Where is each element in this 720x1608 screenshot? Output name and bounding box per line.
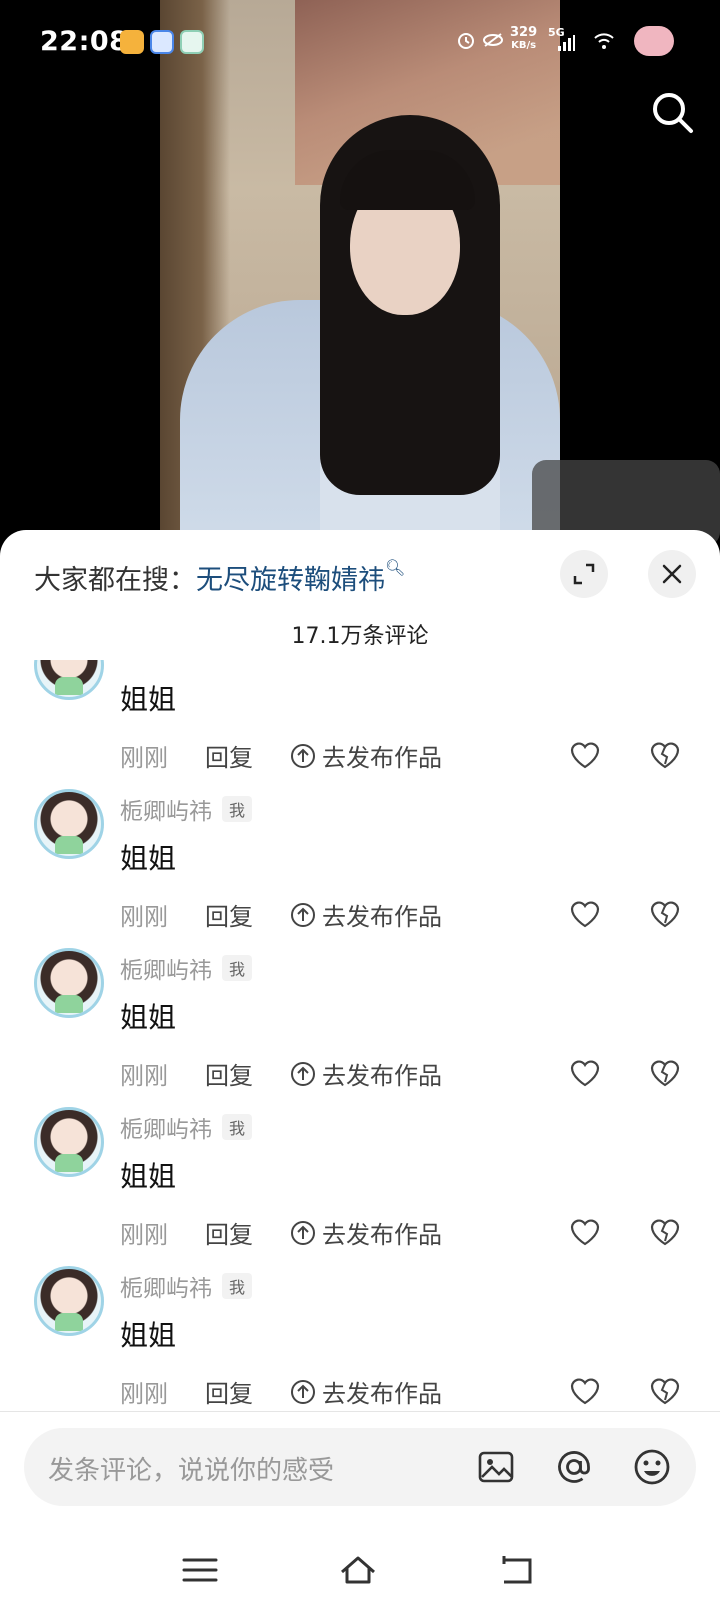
- commenter-name[interactable]: 栀卿屿祎我: [120, 1269, 253, 1303]
- comment-text: 姐姐: [120, 1319, 177, 1352]
- comment-item: 栀卿屿祎我 姐姐 刚刚 回复 去发布作品: [0, 789, 720, 952]
- close-icon: [662, 564, 682, 584]
- image-icon[interactable]: [476, 1447, 516, 1487]
- comment-input[interactable]: 发条评论，说说你的感受: [24, 1428, 696, 1506]
- search-small-icon: 🔍︎: [385, 558, 406, 577]
- screen: 22:08 329 KB/s 5G 大家都在搜：无尽旋转鞠婧祎🔍︎ 17.1万条评…: [0, 0, 720, 1608]
- publish-work-label: 去发布作品: [322, 1380, 442, 1408]
- system-nav-bar: [0, 1530, 720, 1608]
- expand-button[interactable]: [560, 550, 608, 598]
- reply-button[interactable]: 回复: [205, 1374, 253, 1409]
- heart-icon[interactable]: [568, 1215, 602, 1249]
- comment-text: 姐姐: [120, 1001, 177, 1034]
- upload-circle-icon: [291, 743, 315, 768]
- reply-button[interactable]: 回复: [205, 738, 253, 773]
- commenter-avatar[interactable]: [34, 660, 104, 700]
- reply-button[interactable]: 回复: [205, 1215, 253, 1250]
- self-tag: 我: [222, 955, 253, 981]
- menu-icon[interactable]: [180, 1552, 220, 1588]
- app-notification-icon-2: [180, 30, 204, 54]
- publish-work-button[interactable]: 去发布作品: [290, 1056, 442, 1091]
- comment-text: 姐姐: [120, 683, 177, 716]
- network-speed: 329 KB/s: [510, 25, 538, 51]
- input-divider: [0, 1411, 720, 1412]
- publish-work-button[interactable]: 去发布作品: [290, 1215, 442, 1250]
- comment-time: 刚刚: [120, 903, 168, 931]
- emoji-icon[interactable]: [632, 1447, 672, 1487]
- expand-icon: [573, 563, 595, 585]
- commenter-avatar[interactable]: [34, 1266, 104, 1336]
- heart-icon[interactable]: [568, 738, 602, 772]
- status-bar: 22:08 329 KB/s 5G: [0, 0, 720, 133]
- close-button[interactable]: [648, 550, 696, 598]
- home-icon[interactable]: [338, 1552, 378, 1588]
- commenter-avatar[interactable]: [34, 789, 104, 859]
- self-tag: 我: [222, 1114, 253, 1140]
- broken-heart-icon[interactable]: [648, 1215, 682, 1249]
- self-tag: 我: [222, 1273, 253, 1299]
- comment-text: 姐姐: [120, 842, 177, 875]
- battery-wifi-icon: [594, 33, 614, 49]
- search-icon[interactable]: [650, 90, 694, 134]
- search-suggestion-prefix: 大家都在搜：: [34, 565, 196, 596]
- commenter-name[interactable]: 栀卿屿祎我: [120, 1110, 253, 1144]
- publish-work-button[interactable]: 去发布作品: [290, 897, 442, 932]
- comment-item: 栀卿屿祎我 姐姐 刚刚 回复 去发布作品: [0, 948, 720, 1111]
- status-time: 22:08: [40, 26, 129, 57]
- publish-work-label: 去发布作品: [322, 903, 442, 931]
- profile-avatar-icon[interactable]: [634, 26, 674, 56]
- self-tag: 我: [222, 796, 253, 822]
- comment-list[interactable]: 姐姐 刚刚 回复 去发布作品 栀卿屿祎我 姐姐 刚刚 回复 去发布作品 栀卿屿祎…: [0, 660, 720, 1412]
- comment-item: 栀卿屿祎我 姐姐 刚刚 回复 去发布作品: [0, 1266, 720, 1412]
- publish-work-button[interactable]: 去发布作品: [290, 738, 442, 773]
- broken-heart-icon[interactable]: [648, 738, 682, 772]
- upload-circle-icon: [291, 1379, 315, 1404]
- broken-heart-icon[interactable]: [648, 1374, 682, 1408]
- broken-heart-icon[interactable]: [648, 897, 682, 931]
- reply-button[interactable]: 回复: [205, 897, 253, 932]
- publish-work-label: 去发布作品: [322, 1062, 442, 1090]
- comment-text: 姐姐: [120, 1160, 177, 1193]
- at-icon[interactable]: [554, 1447, 594, 1487]
- search-suggestion-keyword[interactable]: 无尽旋转鞠婧祎: [196, 565, 385, 596]
- comment-input-placeholder: 发条评论，说说你的感受: [48, 1456, 335, 1486]
- comment-count: 17.1万条评论: [291, 624, 429, 649]
- commenter-name[interactable]: 栀卿屿祎我: [120, 792, 253, 826]
- app-notification-icon: [150, 30, 174, 54]
- heart-icon[interactable]: [568, 1056, 602, 1090]
- comment-time: 刚刚: [120, 1380, 168, 1408]
- comment-time: 刚刚: [120, 744, 168, 772]
- publish-work-button[interactable]: 去发布作品: [290, 1374, 442, 1409]
- search-suggestion[interactable]: 大家都在搜：无尽旋转鞠婧祎🔍︎: [34, 558, 405, 597]
- comment-item: 栀卿屿祎我 姐姐 刚刚 回复 去发布作品: [0, 1107, 720, 1270]
- comment-time: 刚刚: [120, 1221, 168, 1249]
- signal-icon: [558, 35, 575, 51]
- broken-heart-icon[interactable]: [648, 1056, 682, 1090]
- back-icon[interactable]: [496, 1552, 536, 1588]
- weibo-app-icon: [120, 30, 144, 54]
- publish-work-label: 去发布作品: [322, 1221, 442, 1249]
- eye-off-icon: [483, 33, 503, 47]
- commenter-avatar[interactable]: [34, 1107, 104, 1177]
- heart-icon[interactable]: [568, 1374, 602, 1408]
- commenter-name[interactable]: 栀卿屿祎我: [120, 951, 253, 985]
- comment-item: 姐姐 刚刚 回复 去发布作品: [0, 660, 720, 793]
- comment-time: 刚刚: [120, 1062, 168, 1090]
- upload-circle-icon: [291, 1220, 315, 1245]
- publish-work-label: 去发布作品: [322, 744, 442, 772]
- upload-circle-icon: [291, 902, 315, 927]
- reply-button[interactable]: 回复: [205, 1056, 253, 1091]
- upload-circle-icon: [291, 1061, 315, 1086]
- heart-icon[interactable]: [568, 897, 602, 931]
- commenter-avatar[interactable]: [34, 948, 104, 1018]
- alarm-icon: [458, 33, 474, 49]
- comment-sheet: 大家都在搜：无尽旋转鞠婧祎🔍︎ 17.1万条评论 姐姐 刚刚 回复 去发布作品: [0, 530, 720, 1608]
